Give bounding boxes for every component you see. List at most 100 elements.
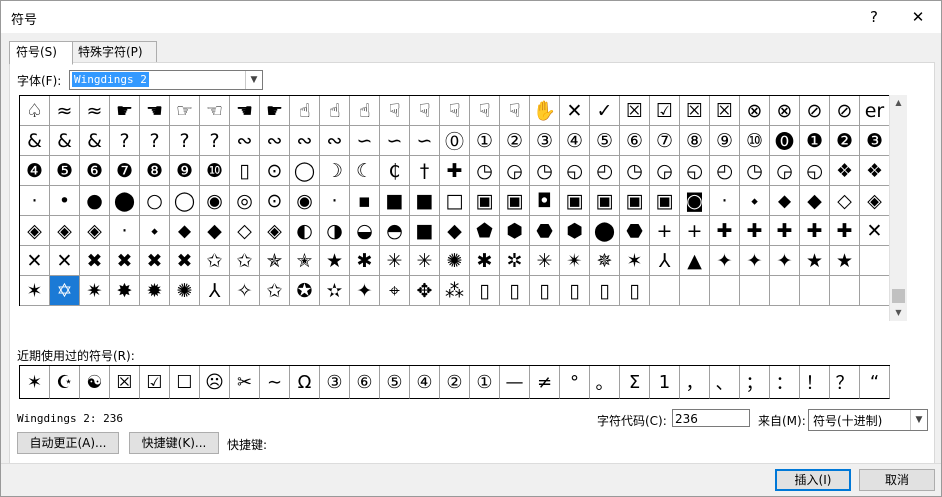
symbol-cell[interactable]: [650, 276, 680, 306]
cancel-button[interactable]: 取消: [859, 469, 935, 491]
symbol-cell[interactable]: ∾: [260, 126, 290, 156]
recent-symbol-cell[interactable]: Σ: [620, 366, 650, 399]
symbol-cell[interactable]: ∽: [380, 126, 410, 156]
symbol-cell[interactable]: ?: [200, 126, 230, 156]
symbol-cell[interactable]: ⬣: [620, 216, 650, 246]
symbol-cell[interactable]: †: [410, 156, 440, 186]
symbol-cell[interactable]: ✕: [860, 216, 890, 246]
symbol-cell[interactable]: ✖: [80, 246, 110, 276]
symbol-cell[interactable]: ∽: [410, 126, 440, 156]
symbol-cell[interactable]: ✹: [140, 276, 170, 306]
symbol-cell[interactable]: ❖: [860, 156, 890, 186]
scroll-thumb[interactable]: [892, 289, 905, 303]
symbol-cell[interactable]: ⬤: [590, 216, 620, 246]
symbol-cell[interactable]: ≈: [80, 96, 110, 126]
symbol-cell[interactable]: ✳: [530, 246, 560, 276]
symbol-cell[interactable]: ▯: [230, 156, 260, 186]
symbol-cell[interactable]: ▪: [350, 186, 380, 216]
symbol-cell[interactable]: ▣: [650, 186, 680, 216]
symbol-cell[interactable]: ◉: [290, 186, 320, 216]
symbol-cell[interactable]: ✵: [590, 246, 620, 276]
symbol-cell[interactable]: ✳: [380, 246, 410, 276]
symbol-cell[interactable]: ☟: [440, 96, 470, 126]
recent-symbol-cell[interactable]: ≠: [530, 366, 560, 399]
recent-symbol-cell[interactable]: 1: [650, 366, 680, 399]
symbol-cell[interactable]: ☟: [410, 96, 440, 126]
recent-symbol-cell[interactable]: “: [860, 366, 890, 399]
symbol-cell[interactable]: ◵: [680, 156, 710, 186]
symbol-cell[interactable]: ⬥: [770, 186, 800, 216]
symbol-cell[interactable]: ✖: [140, 246, 170, 276]
symbol-cell[interactable]: ◒: [350, 216, 380, 246]
symbol-cell[interactable]: ✺: [440, 246, 470, 276]
symbol-cell[interactable]: ☒: [620, 96, 650, 126]
symbol-cell[interactable]: ⊙: [260, 156, 290, 186]
symbol-cell[interactable]: ⬩: [140, 216, 170, 246]
symbol-cell[interactable]: ⁂: [440, 276, 470, 306]
symbol-cell[interactable]: ▲: [680, 246, 710, 276]
symbol-cell[interactable]: ①: [470, 126, 500, 156]
symbol-cell[interactable]: ■: [380, 186, 410, 216]
symbol-cell[interactable]: ✚: [710, 216, 740, 246]
symbol-cell[interactable]: ☑: [650, 96, 680, 126]
symbol-cell[interactable]: ·: [320, 186, 350, 216]
symbol-cell[interactable]: [680, 276, 710, 306]
symbol-cell[interactable]: ☒: [680, 96, 710, 126]
symbol-cell[interactable]: ⓿: [770, 126, 800, 156]
symbol-cell[interactable]: ★: [320, 246, 350, 276]
symbol-cell[interactable]: &: [80, 126, 110, 156]
symbol-cell[interactable]: ☟: [380, 96, 410, 126]
symbol-cell[interactable]: ✶: [620, 246, 650, 276]
symbol-cell[interactable]: ◇: [830, 186, 860, 216]
symbol-cell[interactable]: ❺: [50, 156, 80, 186]
symbol-cell[interactable]: ∽: [350, 126, 380, 156]
symbol-cell[interactable]: ☚: [230, 96, 260, 126]
symbol-cell[interactable]: ◷: [530, 156, 560, 186]
tab-special-characters[interactable]: 特殊字符(P): [71, 41, 157, 63]
symbol-cell[interactable]: [740, 276, 770, 306]
symbol-cell[interactable]: ✦: [770, 246, 800, 276]
recent-symbol-cell[interactable]: Ω: [290, 366, 320, 399]
symbol-cell[interactable]: [860, 246, 890, 276]
symbol-cell[interactable]: ✲: [500, 246, 530, 276]
symbol-cell[interactable]: ◶: [650, 156, 680, 186]
symbol-cell[interactable]: ⬣: [530, 216, 560, 246]
symbol-cell[interactable]: ◐: [290, 216, 320, 246]
symbol-cell[interactable]: ✱: [350, 246, 380, 276]
symbol-cell[interactable]: ❖: [830, 156, 860, 186]
recent-symbol-cell[interactable]: ⑤: [380, 366, 410, 399]
recent-symbol-cell[interactable]: 、: [710, 366, 740, 399]
symbol-cell[interactable]: ⊘: [800, 96, 830, 126]
scroll-up-icon[interactable]: ▲: [890, 95, 907, 111]
symbol-cell[interactable]: ▯: [470, 276, 500, 306]
symbol-cell[interactable]: ○: [140, 186, 170, 216]
symbol-cell[interactable]: ◶: [500, 156, 530, 186]
symbol-cell[interactable]: ▯: [500, 276, 530, 306]
symbol-cell[interactable]: ✶: [20, 276, 50, 306]
symbol-cell[interactable]: □: [440, 186, 470, 216]
tab-symbols[interactable]: 符号(S): [9, 41, 73, 65]
symbol-cell[interactable]: ✷: [80, 276, 110, 306]
symbol-cell[interactable]: ❾: [170, 156, 200, 186]
symbol-cell[interactable]: ✚: [740, 216, 770, 246]
symbol-cell[interactable]: [710, 276, 740, 306]
symbol-cell[interactable]: ✕: [20, 246, 50, 276]
symbol-cell[interactable]: ⬩: [740, 186, 770, 216]
symbol-cell[interactable]: ✱: [470, 246, 500, 276]
symbol-cell[interactable]: ◆: [440, 216, 470, 246]
recent-symbol-cell[interactable]: ：: [770, 366, 800, 399]
symbol-cell[interactable]: ⅄: [650, 246, 680, 276]
recent-symbol-cell[interactable]: ⑥: [350, 366, 380, 399]
chevron-down-icon[interactable]: ▼: [910, 410, 927, 430]
symbol-cell[interactable]: ▣: [470, 186, 500, 216]
symbol-cell[interactable]: ☞: [170, 96, 200, 126]
symbol-cell[interactable]: ❼: [110, 156, 140, 186]
symbol-cell[interactable]: ☝: [320, 96, 350, 126]
symbol-cell[interactable]: ◘: [530, 186, 560, 216]
symbol-cell[interactable]: ∾: [230, 126, 260, 156]
symbol-cell[interactable]: ◈: [20, 216, 50, 246]
symbol-cell[interactable]: ◑: [320, 216, 350, 246]
symbol-cell[interactable]: ✚: [770, 216, 800, 246]
recent-symbol-cell[interactable]: ☒: [110, 366, 140, 399]
symbol-cell[interactable]: &: [50, 126, 80, 156]
